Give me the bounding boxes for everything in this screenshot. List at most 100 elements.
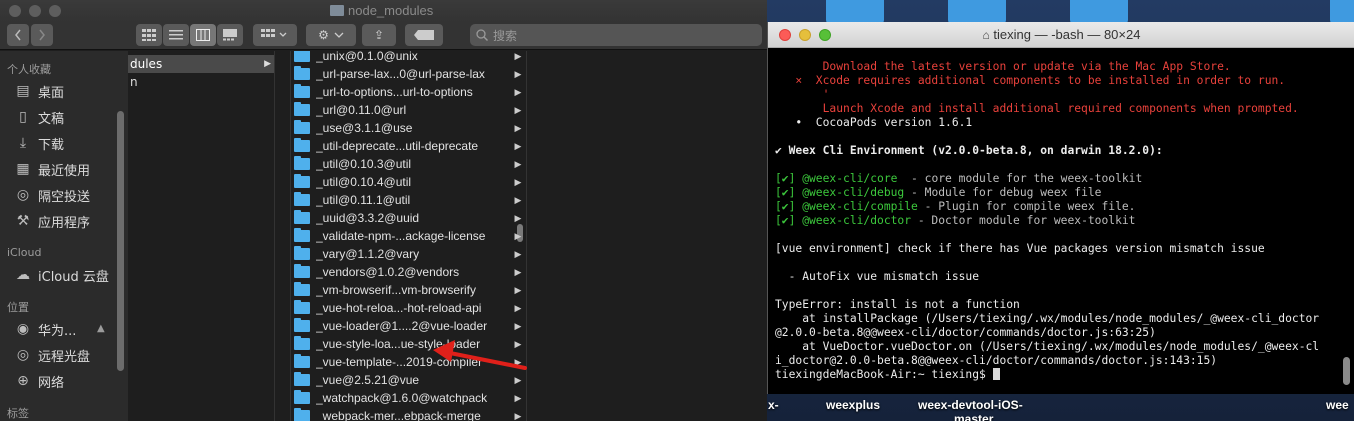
finder-titlebar[interactable]: node_modules [0, 0, 767, 22]
file-row[interactable]: _url-parse-lax...0@url-parse-lax ▶ [291, 65, 525, 83]
action-button[interactable]: ⚙ [306, 24, 356, 46]
forward-button[interactable] [31, 24, 53, 46]
sidebar-scrollbar[interactable] [117, 111, 124, 371]
desktop-folder-icon[interactable] [826, 0, 884, 24]
sidebar-item-downloads[interactable]: ⤓ 下载 [14, 132, 64, 154]
window-title: ⌂ tiexing — -bash — 80×24 [982, 27, 1141, 42]
file-row[interactable]: _vue-hot-reloa...-hot-reload-api ▶ [291, 299, 525, 317]
sidebar-item-documents[interactable]: ▯ 文稿 [14, 106, 64, 128]
file-name: _use@3.1.1@use [316, 121, 413, 135]
disc-icon: ◎ [16, 347, 30, 363]
terminal-line: - AutoFix vue mismatch issue [775, 270, 1341, 284]
sidebar-item-recents[interactable]: ▦ 最近使用 [14, 158, 90, 180]
view-list-button[interactable] [163, 24, 189, 46]
share-button[interactable]: ⇪ [362, 24, 396, 46]
terminal-line-text: • CocoaPods version 1.6.1 [775, 116, 973, 129]
desktop-label[interactable]: weexplus [826, 398, 880, 412]
terminal-line-text: TypeError: install is not a function [775, 298, 1020, 311]
terminal-titlebar[interactable]: ⌂ tiexing — -bash — 80×24 [768, 22, 1354, 48]
folder-icon [330, 5, 344, 16]
sidebar-item-network[interactable]: ⊕ 网络 [14, 370, 64, 392]
folder-icon [294, 318, 310, 332]
chevron-down-icon [334, 32, 344, 38]
sidebar-item-desktop[interactable]: ▤ 桌面 [14, 80, 64, 102]
sidebar-item-airdrop[interactable]: ◎ 隔空投送 [14, 184, 90, 206]
disclosure-arrow-icon: ▶ [264, 59, 271, 69]
file-row[interactable]: _util@0.10.3@util ▶ [291, 155, 525, 173]
disclosure-arrow-icon: ▶ [514, 302, 522, 313]
desktop-label[interactable]: master [954, 412, 993, 421]
terminal-line-text: Launch Xcode and install additional requ… [775, 102, 1299, 115]
disclosure-arrow-icon: ▶ [514, 140, 522, 151]
back-button[interactable] [7, 24, 29, 46]
folder-icon [294, 66, 310, 80]
finder-toolbar: ⚙ ⇪ 搜索 [0, 22, 767, 50]
file-row[interactable]: _validate-npm-...ackage-license ▶ [291, 227, 525, 245]
column-item-selected[interactable]: dules ▶ [128, 55, 274, 73]
file-row[interactable]: _util-deprecate...util-deprecate ▶ [291, 137, 525, 155]
terminal-line-text: [✔] @weex-cli/debug [775, 186, 905, 199]
disclosure-arrow-icon: ▶ [514, 158, 522, 169]
column-item[interactable]: n [130, 75, 138, 89]
eject-icon[interactable]: ▲ [97, 323, 105, 334]
terminal-line: i_doctor@2.0.0-beta.8@@weex-cli/doctor/c… [775, 354, 1341, 368]
file-row[interactable]: _vary@1.1.2@vary ▶ [291, 245, 525, 263]
desktop-label[interactable]: wee [1326, 398, 1349, 412]
file-row[interactable]: _uuid@3.3.2@uuid ▶ [291, 209, 525, 227]
desktop-folder-icon[interactable] [948, 0, 1006, 24]
minimize-button[interactable] [29, 5, 41, 17]
terminal-line-text: Download the latest version or update vi… [775, 60, 1231, 73]
terminal-line: Download the latest version or update vi… [775, 60, 1341, 74]
terminal-line: [✔] @weex-cli/doctor - Doctor module for… [775, 214, 1341, 228]
sidebar-item-icloud-drive[interactable]: ☁ iCloud 云盘 [14, 264, 109, 286]
terminal-window: ⌂ tiexing — -bash — 80×24 Download the l… [767, 22, 1354, 394]
file-row[interactable]: _unix@0.1.0@unix ▶ [291, 51, 525, 65]
desktop-folder-icon[interactable] [1330, 0, 1354, 24]
file-row[interactable]: _use@3.1.1@use ▶ [291, 119, 525, 137]
view-gallery-button[interactable] [217, 24, 243, 46]
file-row[interactable]: _util@0.10.4@util ▶ [291, 173, 525, 191]
disk-icon: ◉ [16, 321, 30, 337]
file-row[interactable]: _vendors@1.0.2@vendors ▶ [291, 263, 525, 281]
column-empty [527, 51, 767, 421]
view-columns-button[interactable] [190, 24, 216, 46]
folder-icon [294, 246, 310, 260]
view-icons-button[interactable] [136, 24, 162, 46]
tag-button[interactable] [405, 24, 443, 46]
disclosure-arrow-icon: ▶ [514, 212, 522, 223]
file-row[interactable]: _url@0.11.0@url ▶ [291, 101, 525, 119]
zoom-button[interactable] [49, 5, 61, 17]
file-row[interactable]: _util@0.11.1@util ▶ [291, 191, 525, 209]
folder-icon [294, 210, 310, 224]
search-input[interactable]: 搜索 [470, 24, 762, 46]
search-placeholder: 搜索 [493, 28, 518, 43]
desktop-label[interactable]: x- [768, 398, 779, 412]
group-button[interactable] [253, 24, 297, 46]
file-row[interactable]: _webpack-mer...ebpack-merge ▶ [291, 407, 525, 421]
terminal-line-text: - AutoFix vue mismatch issue [775, 270, 980, 283]
column-parent: dules ▶ n [128, 51, 275, 421]
terminal-line: • CocoaPods version 1.6.1 [775, 116, 1341, 130]
list-icon [169, 30, 183, 40]
folder-icon [294, 102, 310, 116]
terminal-line-suffix: - Doctor module for weex-toolkit [911, 214, 1136, 227]
sidebar-header-favorites: 个人收藏 [7, 63, 51, 76]
gear-icon: ⚙ [318, 28, 329, 42]
file-row[interactable]: _watchpack@1.6.0@watchpack ▶ [291, 389, 525, 407]
finder-sidebar: 个人收藏 ▤ 桌面 ▯ 文稿 ⤓ 下载 ▦ 最近使用 ◎ 隔空投送 ⚒ 应用程序… [0, 51, 128, 421]
window-title: node_modules [330, 3, 433, 18]
terminal-scrollbar[interactable] [1343, 357, 1350, 385]
disclosure-arrow-icon: ▶ [514, 374, 522, 385]
terminal-output[interactable]: Download the latest version or update vi… [775, 60, 1341, 382]
sidebar-item-huawei-disk[interactable]: ◉ 华为... [14, 318, 77, 340]
sidebar-item-remote-disc[interactable]: ◎ 远程光盘 [14, 344, 90, 366]
file-row[interactable]: _vm-browserif...vm-browserify ▶ [291, 281, 525, 299]
sidebar-item-applications[interactable]: ⚒ 应用程序 [14, 210, 90, 232]
close-button[interactable] [9, 5, 21, 17]
desktop-label[interactable]: weex-devtool-iOS- [918, 398, 1023, 412]
desktop-folder-icon[interactable] [1070, 0, 1128, 24]
file-row[interactable]: _url-to-options...url-to-options ▶ [291, 83, 525, 101]
